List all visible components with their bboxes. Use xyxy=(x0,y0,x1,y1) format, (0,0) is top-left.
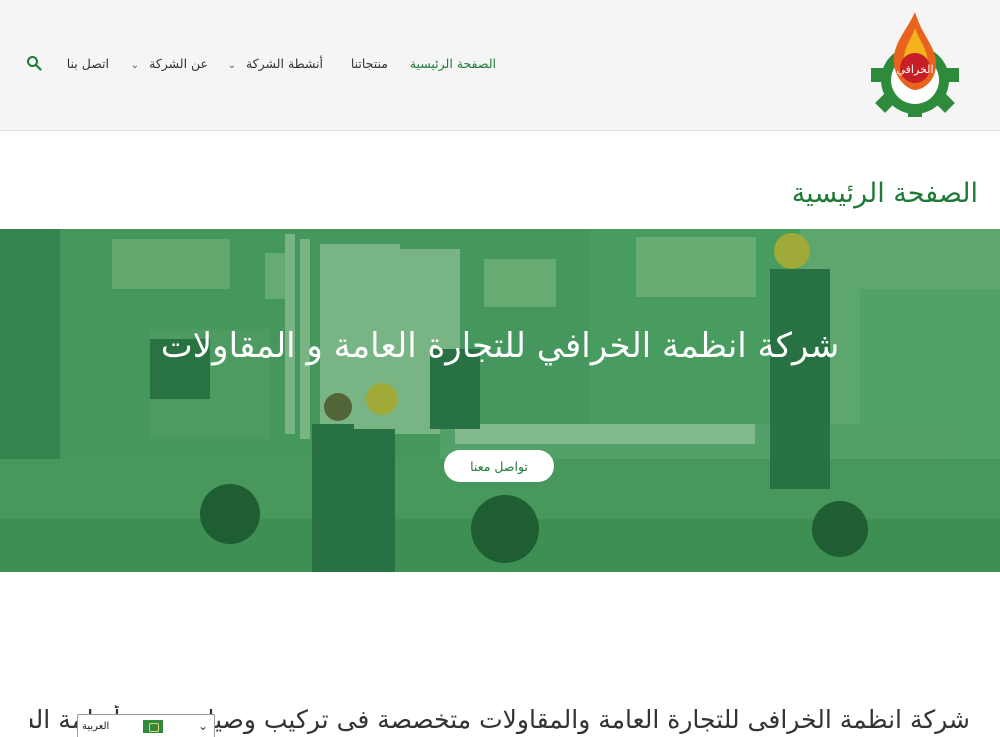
company-logo[interactable]: الخرافي xyxy=(866,10,964,118)
language-label: العربية xyxy=(82,720,110,732)
hero-image xyxy=(0,229,1000,572)
nav-activities-label: أنشطة الشركة xyxy=(245,56,323,71)
contact-us-button[interactable]: تواصل معنا xyxy=(444,450,554,482)
nav-contact[interactable]: اتصل بنا xyxy=(67,56,109,76)
site-header: الخرافي الصفحة الرئيسية منتجاتنا أنشطة ا… xyxy=(0,0,1000,131)
page-title: الصفحة الرئيسية xyxy=(791,178,978,209)
chevron-down-icon: ⌄ xyxy=(130,60,140,71)
chevron-down-icon: ⌄ xyxy=(227,60,236,71)
nav-about[interactable]: عن الشركة ⌄ xyxy=(131,56,208,76)
chevron-down-icon: ⌄ xyxy=(197,719,208,733)
logo-text: الخرافي xyxy=(896,63,933,76)
nav-home[interactable]: الصفحة الرئيسية xyxy=(410,56,496,76)
language-selector[interactable]: ⌄ العربية xyxy=(77,714,215,737)
search-icon[interactable] xyxy=(26,55,44,73)
hero-banner xyxy=(0,229,1000,572)
nav-contact-label: اتصل بنا xyxy=(66,56,109,71)
saudi-flag-icon xyxy=(143,719,164,733)
nav-products-label: منتجاتنا xyxy=(350,56,388,71)
nav-products[interactable]: منتجاتنا xyxy=(351,56,388,76)
nav-home-label: الصفحة الرئيسية xyxy=(409,56,496,71)
hero-title: شركة انظمة الخرافي للتجارة العامة و المق… xyxy=(160,326,840,366)
nav-activities[interactable]: أنشطة الشركة ⌄ xyxy=(228,56,323,76)
nav-about-label: عن الشركة xyxy=(149,56,208,71)
